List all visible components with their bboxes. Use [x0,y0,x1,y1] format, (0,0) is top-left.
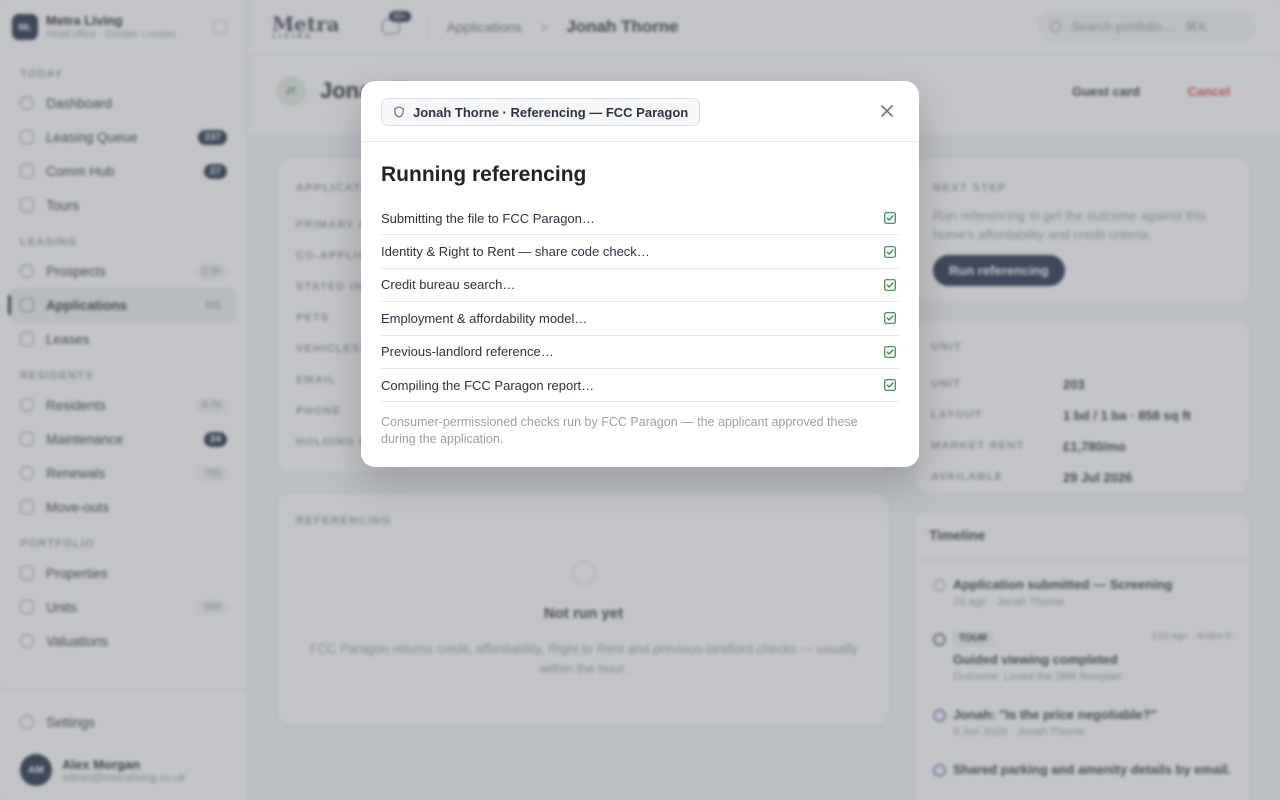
checkbox-checked-icon [884,245,896,258]
referencing-step: Previous-landlord reference… [381,336,899,369]
step-label: Compiling the FCC Paragon report… [381,377,595,393]
step-label: Submitting the file to FCC Paragon… [381,210,595,226]
referencing-modal: Jonah Thorne · Referencing — FCC Paragon… [361,81,919,467]
referencing-step: Submitting the file to FCC Paragon… [381,202,899,236]
step-label: Previous-landlord reference… [381,344,554,360]
referencing-step: Credit bureau search… [381,269,899,303]
checkbox-checked-icon [884,379,896,392]
shield-icon [394,106,404,118]
modal-title: Running referencing [381,163,587,186]
referencing-step: Compiling the FCC Paragon report… [381,369,899,403]
referencing-step-list: Submitting the file to FCC Paragon… Iden… [381,202,899,403]
context-chip: Jonah Thorne · Referencing — FCC Paragon [381,98,701,126]
referencing-step: Employment & affordability model… [381,302,899,336]
referencing-step: Identity & Right to Rent — share code ch… [381,235,899,269]
checkbox-checked-icon [884,345,896,358]
step-label: Credit bureau search… [381,277,516,293]
checkbox-checked-icon [884,279,896,291]
modal-footnote: Consumer-permissioned checks run by FCC … [381,415,858,446]
checkbox-checked-icon [884,312,896,325]
close-icon[interactable] [879,103,895,119]
checkbox-checked-icon [884,212,896,225]
context-chip-label: Jonah Thorne · Referencing — FCC Paragon [413,104,689,120]
step-label: Employment & affordability model… [381,310,588,326]
modal-header: Jonah Thorne · Referencing — FCC Paragon [361,81,919,142]
step-label: Identity & Right to Rent — share code ch… [381,244,650,260]
